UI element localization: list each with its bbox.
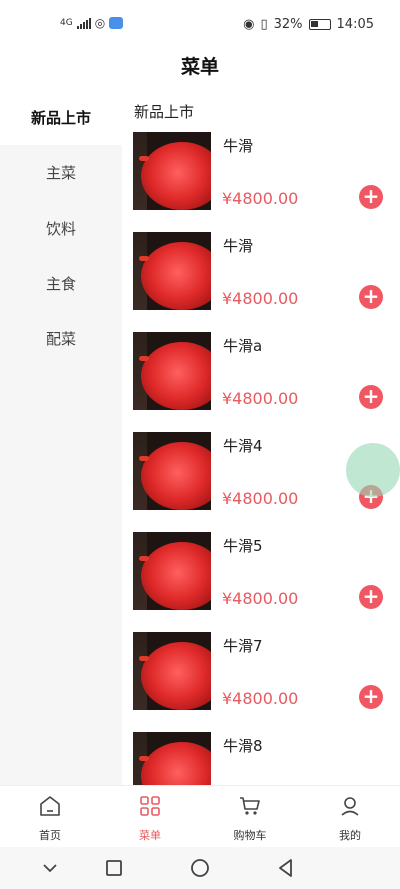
vibrate-icon: ▯ [260, 17, 268, 32]
product-price: ¥4800.00 [222, 489, 299, 508]
recent-apps-icon[interactable] [102, 857, 126, 879]
floating-assistive-button[interactable] [346, 443, 400, 497]
tab-label: 首页 [39, 829, 61, 842]
sidebar-item-staple[interactable]: 主食 [0, 256, 122, 311]
product-price: ¥4800.00 [222, 389, 299, 408]
product-name: 牛滑8 [223, 737, 263, 755]
grid-icon [140, 796, 160, 816]
tab-label: 我的 [339, 829, 361, 842]
page-title: 菜单 [180, 56, 219, 78]
product-name: 牛滑4 [223, 437, 263, 455]
home-circle-icon[interactable] [188, 857, 212, 879]
add-to-cart-button[interactable]: + [359, 685, 383, 709]
product-name: 牛滑a [223, 337, 263, 355]
network-type: 4G [60, 17, 73, 28]
product-card[interactable]: 牛滑5 ¥4800.00 + [133, 532, 395, 612]
battery-percent: 32% [273, 17, 303, 32]
product-card[interactable]: 牛滑a ¥4800.00 + [133, 332, 395, 412]
clock: 14:05 [336, 17, 374, 32]
add-to-cart-button[interactable]: + [359, 385, 383, 409]
home-icon [40, 796, 60, 816]
status-right: ◉ ▯ 32% 14:05 [243, 17, 374, 32]
product-image [133, 132, 211, 210]
sidebar-item-side-dish[interactable]: 配菜 [0, 311, 122, 366]
add-to-cart-button[interactable]: + [359, 185, 383, 209]
product-price: ¥4800.00 [222, 589, 299, 608]
product-image [133, 532, 211, 610]
product-name: 牛滑7 [223, 637, 263, 655]
tab-home[interactable]: 首页 [0, 786, 100, 848]
bottom-tab-bar: 首页 菜单 购物车 我的 [0, 785, 400, 847]
product-name: 牛滑 [223, 137, 254, 155]
add-to-cart-button[interactable]: + [359, 285, 383, 309]
category-sidebar: 新品上市 主菜 饮料 主食 配菜 [0, 90, 122, 785]
tab-cart[interactable]: 购物车 [200, 786, 300, 848]
product-card[interactable]: 牛滑7 ¥4800.00 + [133, 632, 395, 712]
status-left: 4G ◎ [60, 16, 124, 30]
product-image [133, 732, 211, 785]
product-price: ¥4800.00 [222, 689, 299, 708]
eye-icon: ◉ [243, 17, 255, 32]
sidebar-item-main-dish[interactable]: 主菜 [0, 145, 122, 200]
signal-icon [76, 17, 91, 29]
app-notification-icon [109, 17, 124, 29]
tab-label: 菜单 [139, 829, 161, 842]
tab-profile[interactable]: 我的 [300, 786, 400, 848]
product-price: ¥4800.00 [222, 289, 299, 308]
product-image [133, 432, 211, 510]
product-card[interactable]: 牛滑8 [133, 732, 395, 785]
add-to-cart-button[interactable]: + [359, 585, 383, 609]
sidebar-item-drinks[interactable]: 饮料 [0, 201, 122, 256]
collapse-chevron-icon[interactable] [38, 857, 62, 879]
sidebar-item-new[interactable]: 新品上市 [0, 90, 122, 145]
product-name: 牛滑5 [223, 537, 263, 555]
user-icon [341, 797, 359, 816]
product-image [133, 232, 211, 310]
section-title: 新品上市 [134, 103, 195, 121]
cart-icon [240, 797, 260, 815]
system-nav-bar [0, 847, 400, 889]
wifi-icon: ◎ [94, 16, 106, 30]
product-price: ¥4800.00 [222, 189, 299, 208]
status-bar: 4G ◎ ◉ ▯ 32% 14:05 [0, 0, 400, 50]
product-image [133, 332, 211, 410]
product-card[interactable]: 牛滑 ¥4800.00 + [133, 232, 395, 312]
product-name: 牛滑 [223, 237, 254, 255]
product-card[interactable]: 牛滑 ¥4800.00 + [133, 132, 395, 212]
tab-menu[interactable]: 菜单 [100, 786, 200, 848]
product-image [133, 632, 211, 710]
battery-icon [308, 19, 331, 30]
tab-label: 购物车 [233, 829, 267, 842]
back-triangle-icon[interactable] [274, 857, 298, 879]
